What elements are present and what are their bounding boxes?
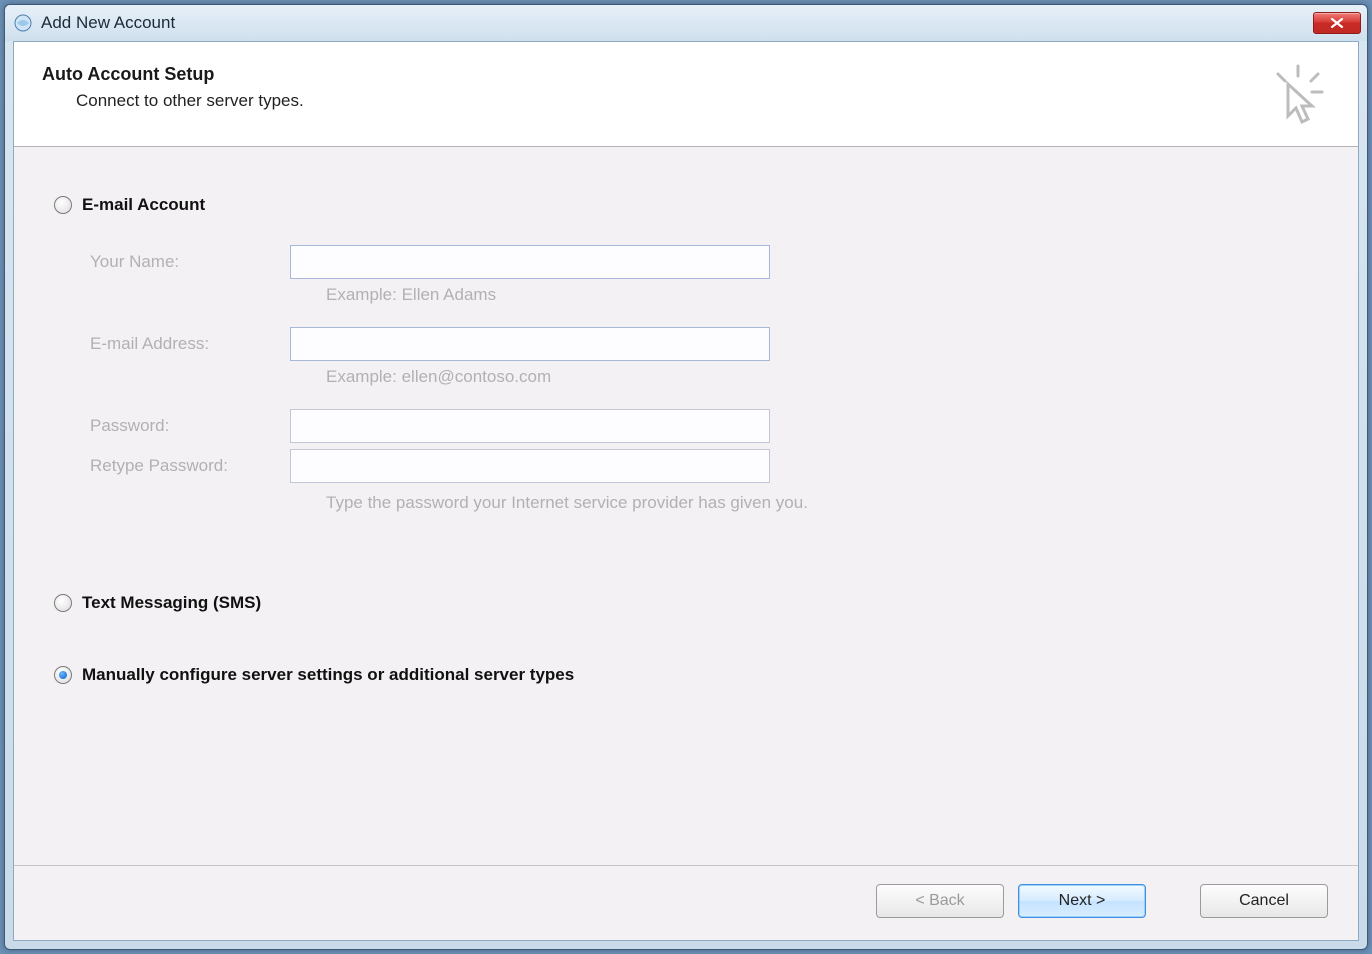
- retype-password-label: Retype Password:: [90, 456, 290, 476]
- option-email-account[interactable]: E-mail Account: [54, 195, 1318, 215]
- your-name-label: Your Name:: [90, 252, 290, 272]
- option-sms-label: Text Messaging (SMS): [82, 593, 261, 613]
- window-title: Add New Account: [41, 13, 175, 33]
- email-address-hint: Example: ellen@contoso.com: [290, 367, 1318, 387]
- radio-icon: [54, 196, 72, 214]
- header-strip: Auto Account Setup Connect to other serv…: [14, 42, 1358, 147]
- option-email-label: E-mail Account: [82, 195, 205, 215]
- your-name-field: [290, 245, 770, 279]
- titlebar[interactable]: Add New Account: [5, 5, 1367, 41]
- email-address-field: [290, 327, 770, 361]
- dialog-body: E-mail Account Your Name: Example: Ellen…: [14, 147, 1358, 865]
- header-subtitle: Connect to other server types.: [76, 91, 1266, 111]
- password-hint: Type the password your Internet service …: [290, 493, 1318, 513]
- radio-icon: [54, 594, 72, 612]
- app-icon: [13, 13, 33, 33]
- radio-icon: [54, 666, 72, 684]
- close-icon: [1330, 18, 1344, 28]
- cursor-click-icon: [1266, 64, 1330, 128]
- option-manual-label: Manually configure server settings or ad…: [82, 665, 574, 685]
- cancel-button[interactable]: Cancel: [1200, 884, 1328, 918]
- password-field: [290, 409, 770, 443]
- back-button: < Back: [876, 884, 1004, 918]
- dialog-footer: < Back Next > Cancel: [14, 865, 1358, 940]
- dialog-window: Add New Account Auto Account Setup Conne…: [4, 4, 1368, 950]
- option-text-messaging[interactable]: Text Messaging (SMS): [54, 593, 1318, 613]
- dialog-content: Auto Account Setup Connect to other serv…: [13, 41, 1359, 941]
- retype-password-field: [290, 449, 770, 483]
- email-form: Your Name: Example: Ellen Adams E-mail A…: [90, 245, 1318, 513]
- your-name-hint: Example: Ellen Adams: [290, 285, 1318, 305]
- option-manual-config[interactable]: Manually configure server settings or ad…: [54, 665, 1318, 685]
- email-address-label: E-mail Address:: [90, 334, 290, 354]
- close-button[interactable]: [1313, 12, 1361, 34]
- header-title: Auto Account Setup: [42, 64, 1266, 85]
- next-button[interactable]: Next >: [1018, 884, 1146, 918]
- password-label: Password:: [90, 416, 290, 436]
